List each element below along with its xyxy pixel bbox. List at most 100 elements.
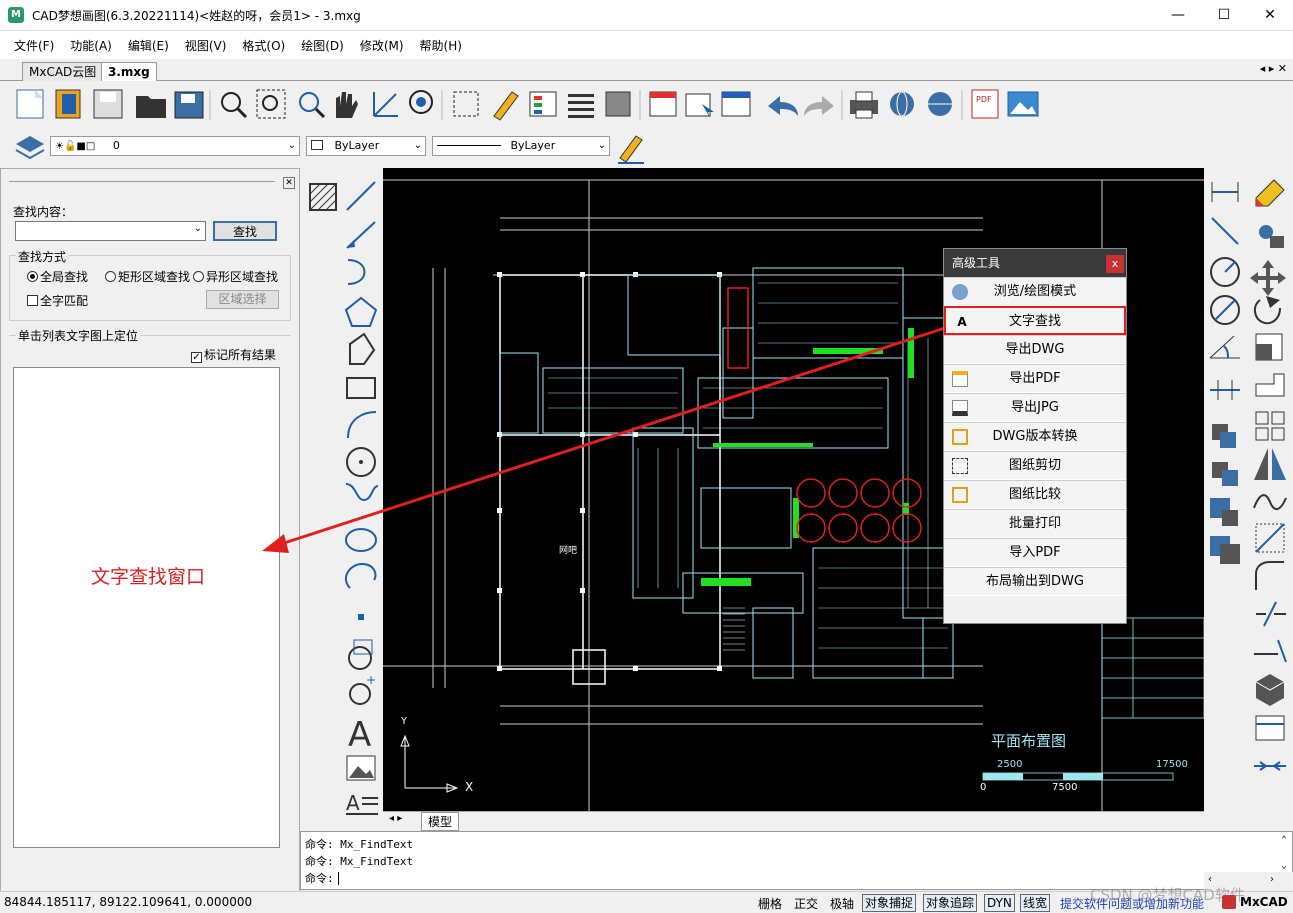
line-icon[interactable]	[346, 181, 376, 211]
tab-mxcad-cloud[interactable]: MxCAD云图	[22, 62, 104, 81]
table-icon[interactable]	[1255, 715, 1285, 741]
menu-item-import-pdf[interactable]: 导入PDF	[944, 538, 1126, 567]
undo-icon[interactable]	[768, 96, 798, 116]
tab-3-mxg[interactable]: 3.mxg	[101, 62, 157, 81]
join-icon[interactable]	[1254, 761, 1286, 771]
image-icon[interactable]	[1007, 91, 1039, 117]
result-list[interactable]	[13, 367, 280, 848]
mirror-icon[interactable]	[1254, 448, 1286, 480]
linetype-select[interactable]: ByLayer ⌄	[432, 136, 610, 156]
find-button[interactable]: 查找	[213, 221, 277, 241]
print-icon[interactable]	[850, 91, 878, 119]
menu-file[interactable]: 文件(F)	[14, 37, 54, 54]
clear-icon[interactable]	[721, 91, 751, 117]
checkbox-mark-all[interactable]: ✓ 标记所有结果	[191, 346, 276, 363]
dim-aligned-icon[interactable]	[1211, 217, 1239, 245]
menu-item-dwg-version-convert[interactable]: DWG版本转换	[944, 422, 1126, 451]
menu-draw[interactable]: 绘图(D)	[301, 37, 344, 54]
command-prompt[interactable]: 命令:	[305, 870, 339, 886]
draw-order-icon[interactable]	[1212, 462, 1238, 486]
menu-item-drawing-compare[interactable]: 图纸比较	[944, 480, 1126, 509]
dim-continue-icon[interactable]	[1210, 380, 1240, 400]
find-content-input[interactable]: ⌄	[15, 221, 206, 241]
menu-item-drawing-cut[interactable]: 图纸剪切	[944, 451, 1126, 480]
tab-scroll-icon[interactable]: ◂ ▸	[389, 813, 402, 824]
dim-radius-icon[interactable]	[1210, 257, 1240, 287]
web-icon[interactable]	[890, 91, 914, 117]
pencil-icon[interactable]	[493, 91, 519, 121]
minimize-button[interactable]: —	[1155, 0, 1201, 31]
zoom-window-icon[interactable]	[256, 89, 286, 119]
checkbox-full-match[interactable]: 全字匹配	[27, 292, 88, 309]
polygon-icon[interactable]	[344, 296, 378, 327]
menu-item-layout-to-dwg[interactable]: 布局输出到DWG	[944, 567, 1126, 596]
polar-toggle[interactable]: 极轴	[830, 895, 854, 912]
web-settings-icon[interactable]	[928, 92, 952, 116]
curve-icon[interactable]	[1253, 494, 1287, 510]
fillet-icon[interactable]	[1255, 561, 1284, 590]
open-folder-icon[interactable]	[136, 96, 166, 118]
block-icon[interactable]	[605, 91, 631, 117]
select-icon[interactable]	[685, 93, 714, 118]
pan-icon[interactable]	[336, 92, 358, 118]
popup-close-button[interactable]: x	[1106, 255, 1124, 273]
text-style-icon[interactable]	[649, 91, 677, 117]
ray-icon[interactable]	[346, 221, 376, 249]
radio-shape-find[interactable]: 异形区域查找	[193, 268, 278, 285]
chamfer-icon[interactable]	[1255, 523, 1285, 553]
zoom-extents-icon[interactable]	[299, 92, 326, 119]
new-file-icon[interactable]	[16, 89, 44, 119]
radio-rect-find[interactable]: 矩形区域查找	[105, 268, 190, 285]
close-button[interactable]: ✕	[1247, 0, 1293, 31]
text-icon[interactable]: A	[348, 715, 371, 755]
area-select-button[interactable]: 区域选择	[206, 290, 279, 309]
menu-function[interactable]: 功能(A)	[70, 37, 112, 54]
menu-format[interactable]: 格式(O)	[242, 37, 285, 54]
zoom-realtime-icon[interactable]	[409, 90, 433, 114]
array-icon[interactable]	[1255, 411, 1285, 441]
otrack-toggle[interactable]: 对象追踪	[923, 894, 978, 912]
menu-help[interactable]: 帮助(H)	[420, 37, 462, 54]
save-file-icon[interactable]	[93, 89, 123, 119]
make-block-icon[interactable]: +	[349, 673, 376, 705]
ellipse-arc-icon[interactable]	[344, 562, 377, 589]
layer-select[interactable]: ☀🔓■□ 0 ⌄	[50, 136, 300, 156]
polyline-icon[interactable]	[347, 259, 366, 285]
rotate-icon[interactable]	[1254, 296, 1281, 325]
ortho-toggle[interactable]: 正交	[794, 895, 818, 912]
menu-item-text-find[interactable]: A 文字查找	[944, 306, 1126, 335]
spline-icon[interactable]	[345, 483, 379, 502]
color-select[interactable]: ByLayer ⌄	[306, 136, 426, 156]
dim-diameter-icon[interactable]	[1210, 295, 1240, 325]
command-window[interactable]: 命令: Mx_FindText 命令: Mx_FindText 命令: ⌃ ⌄	[300, 831, 1293, 890]
save-as-icon[interactable]	[174, 91, 204, 119]
dim-linear-icon[interactable]	[1211, 182, 1239, 202]
insert-image-icon[interactable]	[346, 755, 376, 781]
pdf-icon[interactable]: PDF	[971, 89, 999, 119]
3d-box-icon[interactable]	[1255, 674, 1285, 706]
dim-angular-icon[interactable]	[1209, 335, 1240, 359]
offset-icon[interactable]	[1212, 424, 1236, 448]
move-icon[interactable]	[1250, 260, 1286, 296]
bring-front-icon[interactable]	[1210, 498, 1238, 526]
mtext-icon[interactable]: A	[346, 791, 378, 815]
hatch-icon[interactable]	[309, 183, 337, 211]
measure-icon[interactable]	[453, 91, 479, 117]
scale-icon[interactable]	[1255, 333, 1283, 361]
menu-item-batch-print[interactable]: 批量打印	[944, 509, 1126, 538]
ucs-icon[interactable]	[373, 92, 398, 117]
arc-icon[interactable]	[347, 411, 377, 439]
copy-icon[interactable]	[1259, 225, 1284, 248]
break-icon[interactable]	[1256, 601, 1286, 627]
maximize-button[interactable]: ☐	[1201, 0, 1247, 31]
ellipse-icon[interactable]	[345, 528, 377, 552]
lineweight-toggle[interactable]: 线宽	[1020, 894, 1051, 912]
menu-modify[interactable]: 修改(M)	[360, 37, 404, 54]
panel-close-icon[interactable]: ✕	[283, 177, 295, 189]
point-icon[interactable]	[358, 614, 364, 620]
shape-icon[interactable]	[349, 332, 376, 365]
insert-block-icon[interactable]	[348, 639, 373, 670]
send-back-icon[interactable]	[1210, 536, 1240, 564]
rectangle-icon[interactable]	[346, 377, 376, 399]
dyn-toggle[interactable]: DYN	[984, 894, 1015, 912]
